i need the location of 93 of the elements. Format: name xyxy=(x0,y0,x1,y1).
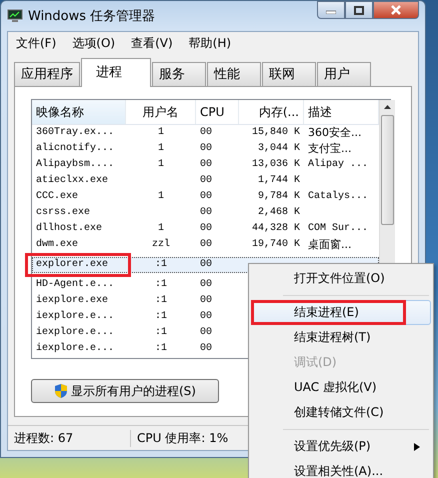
table-cell-text: csrss.exe xyxy=(35,206,92,220)
process-row[interactable]: CCC.exe 1 00 9,784 K Catalys... xyxy=(32,189,379,205)
menu-item[interactable]: 结束进程(E) xyxy=(251,300,431,325)
table-cell-text: :1 xyxy=(154,278,168,292)
table-cell-text: 00 xyxy=(199,238,214,252)
table-cell-text: :1 xyxy=(154,294,168,308)
table-cell-text: dllhost.exe xyxy=(35,222,104,236)
tab[interactable]: 应用程序 xyxy=(14,62,80,86)
table-cell-text: 00 xyxy=(199,258,214,272)
table-cell-text: alicnotify... xyxy=(35,142,116,156)
menu-item[interactable]: 设置相关性(A)... xyxy=(251,459,431,478)
tab[interactable]: 性能 xyxy=(207,62,261,86)
table-cell-text: Alipaybsm.... xyxy=(35,158,116,172)
table-cell-text: 桌面窗... xyxy=(307,237,352,253)
table-cell-text: 44,328 K xyxy=(250,222,301,236)
table-cell-text: CCC.exe xyxy=(35,190,80,204)
process-row[interactable]: Alipaybsm.... 1 00 13,036 K Alipay ... xyxy=(32,157,379,173)
tab[interactable]: 服务 xyxy=(152,62,206,86)
table-cell-text: explorer.exe xyxy=(35,258,110,272)
table-cell-text: zzl xyxy=(150,238,171,252)
process-row[interactable]: atieclxx.exe 00 1,744 K xyxy=(32,173,379,189)
monitor-icon xyxy=(7,9,23,23)
table-cell-text: 1 xyxy=(156,158,165,172)
table-cell-text: 00 xyxy=(199,278,214,292)
menu-item[interactable]: 帮助(H) xyxy=(188,35,232,51)
menu-item[interactable]: 文件(F) xyxy=(16,35,56,51)
table-cell-text: 19,740 K xyxy=(250,238,301,252)
table-cell-text: :1 xyxy=(154,342,168,356)
table-cell-text: 支付宝... xyxy=(307,141,352,157)
table-cell-text: 360安全... xyxy=(307,125,362,141)
close-button[interactable] xyxy=(373,1,419,19)
table-cell-text: 00 xyxy=(199,174,214,188)
table-cell-text: 9,784 K xyxy=(256,190,301,204)
table-cell-text: :1 xyxy=(154,258,168,272)
table-cell-text: 00 xyxy=(199,206,214,220)
tab[interactable]: 用户 xyxy=(317,62,371,86)
tab[interactable]: 进程 xyxy=(81,58,151,87)
table-cell-text: atieclxx.exe xyxy=(35,174,110,188)
column-header[interactable]: CPU xyxy=(196,100,239,124)
table-cell-text: 1,744 K xyxy=(256,174,301,188)
table-cell-text: 00 xyxy=(199,126,214,140)
menu-item[interactable]: 设置优先级(P) xyxy=(251,434,431,459)
menu-item[interactable]: 结束进程树(T) xyxy=(251,325,431,350)
table-cell-text: Alipay ... xyxy=(307,158,370,172)
table-cell-text: HD-Agent.e... xyxy=(35,278,116,292)
table-cell-text: 1 xyxy=(156,190,165,204)
submenu-arrow-icon xyxy=(414,442,420,450)
tab[interactable]: 联网 xyxy=(262,62,316,86)
table-cell-text: 13,036 K xyxy=(250,158,301,172)
maximize-icon xyxy=(354,6,364,14)
menu-item[interactable]: 创建转储文件(C) xyxy=(251,400,431,425)
table-cell-text: iexplore.e... xyxy=(35,326,116,340)
column-header[interactable]: 用户名 xyxy=(126,100,196,124)
table-cell-text: 00 xyxy=(199,158,214,172)
column-header[interactable]: 内存(... xyxy=(239,100,304,124)
status-text: 进程数: 67 xyxy=(13,430,74,446)
window-title: Windows 任务管理器 xyxy=(28,8,156,25)
menu-item[interactable]: UAC 虚拟化(V) xyxy=(251,375,431,400)
table-cell-text: 360Tray.ex... xyxy=(35,126,116,140)
table-cell-text: :1 xyxy=(154,326,168,340)
table-cell-text: :1 xyxy=(154,310,168,324)
table-cell-text: Catalys... xyxy=(307,190,370,204)
table-cell-text: 00 xyxy=(199,326,214,340)
process-row[interactable]: dllhost.exe 1 00 44,328 K COM Sur... xyxy=(32,221,379,237)
table-cell-text: iexplore.e... xyxy=(35,310,116,324)
process-row[interactable]: dwm.exe zzl 00 19,740 K 桌面窗... xyxy=(32,237,379,253)
table-cell-text: 00 xyxy=(199,222,214,236)
table-cell-text: 00 xyxy=(199,190,214,204)
process-row[interactable]: csrss.exe 00 2,468 K xyxy=(32,205,379,221)
table-cell-text: 15,840 K xyxy=(250,126,301,140)
menu-item[interactable]: 查看(V) xyxy=(131,35,173,51)
table-cell-text: 00 xyxy=(199,294,214,308)
table-cell-text: COM Sur... xyxy=(307,222,370,236)
process-row[interactable]: 360Tray.ex... 1 00 15,840 K 360安全... xyxy=(32,125,379,141)
table-cell-text: 00 xyxy=(199,310,214,324)
table-cell-text: iexplore.exe xyxy=(35,294,110,308)
table-cell-text: dwm.exe xyxy=(35,238,80,252)
column-header[interactable]: 映像名称 xyxy=(32,100,126,124)
shield-icon xyxy=(54,383,68,399)
minimize-button[interactable] xyxy=(317,1,345,19)
table-cell-text: iexplore.e... xyxy=(35,342,116,356)
table-cell-text: 00 xyxy=(199,342,214,356)
close-icon xyxy=(390,5,402,15)
table-cell-text: 1 xyxy=(156,222,165,236)
show-all-processes-button[interactable]: 显示所有用户的进程(S) xyxy=(31,379,219,403)
table-cell-text: 3,044 K xyxy=(256,142,301,156)
table-cell-text: 00 xyxy=(199,142,214,156)
maximize-button[interactable] xyxy=(345,1,373,19)
table-cell-text: 1 xyxy=(156,142,165,156)
table-cell-text: 2,468 K xyxy=(256,206,301,220)
menu-item[interactable]: 选项(O) xyxy=(72,35,116,51)
table-cell-text: 1 xyxy=(156,126,165,140)
process-row[interactable]: alicnotify... 1 00 3,044 K 支付宝... xyxy=(32,141,379,157)
